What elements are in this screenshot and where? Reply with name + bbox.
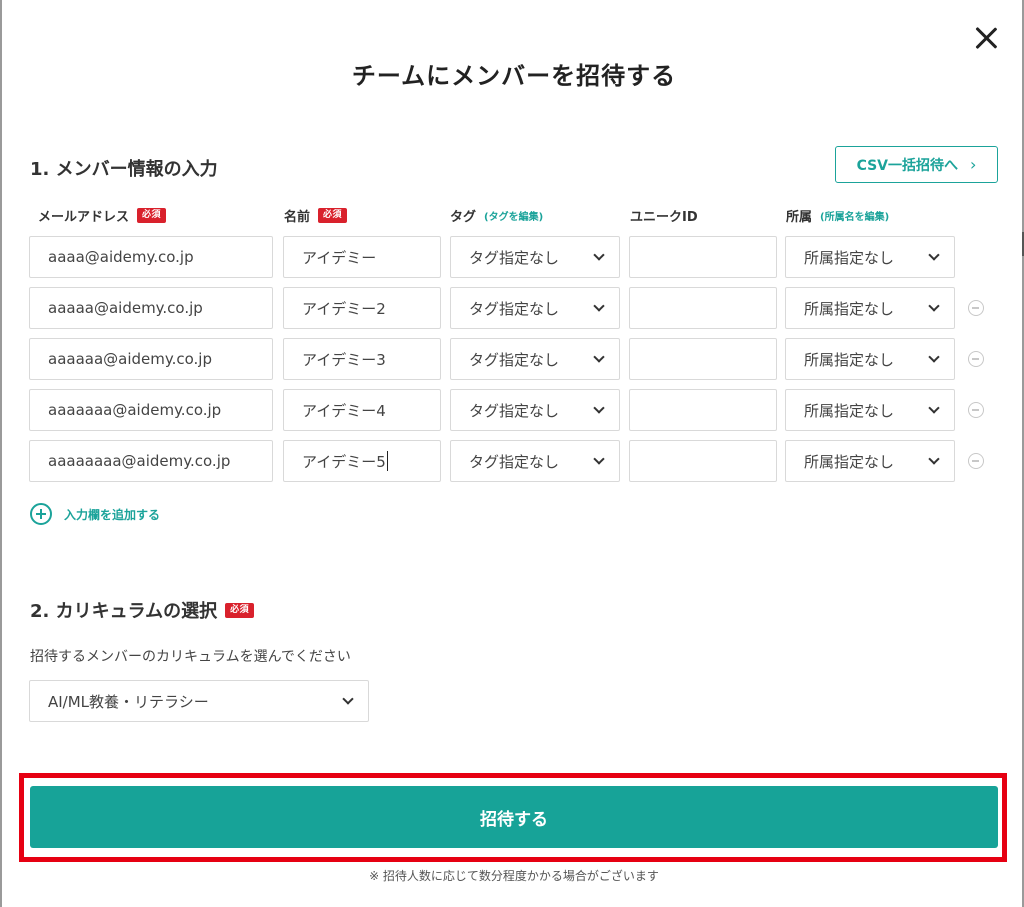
email-value: aaaa@aidemy.co.jp <box>48 248 194 266</box>
section-curriculum-heading: 2. カリキュラムの選択 必須 <box>30 597 255 623</box>
email-field[interactable]: aaaa@aidemy.co.jp <box>29 236 273 278</box>
column-header-tag: タグ (タグを編集) <box>450 206 543 225</box>
name-value: アイデミー5 <box>302 452 386 471</box>
section-member-info-label: 1. メンバー情報の入力 <box>30 159 218 180</box>
required-badge: 必須 <box>225 602 255 618</box>
chevron-down-icon <box>593 248 605 261</box>
tag-select-value: タグ指定なし <box>469 248 560 267</box>
email-field[interactable]: aaaaaa@aidemy.co.jp <box>29 338 273 380</box>
email-field[interactable]: aaaaa@aidemy.co.jp <box>29 287 273 329</box>
column-affiliation-label: 所属 <box>786 210 813 225</box>
tag-select[interactable]: タグ指定なし <box>450 389 620 431</box>
tag-select[interactable]: タグ指定なし <box>450 287 620 329</box>
affiliation-select-value: 所属指定なし <box>804 350 895 369</box>
chevron-down-icon <box>593 299 605 312</box>
curriculum-select[interactable]: AI/ML教養・リテラシー <box>29 680 369 722</box>
column-header-affiliation: 所属 (所属名を編集) <box>786 206 889 225</box>
chevron-right-icon: › <box>970 155 977 174</box>
close-icon[interactable] <box>970 22 1002 54</box>
remove-row-icon[interactable] <box>968 453 984 469</box>
name-field[interactable]: アイデミー2 <box>283 287 441 329</box>
chevron-down-icon <box>928 299 940 312</box>
tag-select[interactable]: タグ指定なし <box>450 338 620 380</box>
name-value: アイデミー3 <box>302 350 386 369</box>
csv-button-label: CSV一括招待へ <box>856 157 959 174</box>
invite-note: ※ 招待人数に応じて数分程度かかる場合がございます <box>369 869 659 883</box>
email-field[interactable]: aaaaaaaa@aidemy.co.jp <box>29 440 273 482</box>
tag-select-value: タグ指定なし <box>469 401 560 420</box>
email-value: aaaaa@aidemy.co.jp <box>48 299 203 317</box>
unique-id-field[interactable] <box>629 389 777 431</box>
remove-row-icon[interactable] <box>968 351 984 367</box>
column-header-email: メールアドレス 必須 <box>38 206 167 225</box>
affiliation-select[interactable]: 所属指定なし <box>785 338 955 380</box>
column-email-label: メールアドレス <box>38 210 130 225</box>
edit-affiliation-link[interactable]: (所属名を編集) <box>820 208 889 223</box>
email-value: aaaaaaaa@aidemy.co.jp <box>48 452 231 470</box>
chevron-down-icon <box>928 452 940 465</box>
email-value: aaaaaa@aidemy.co.jp <box>48 350 212 368</box>
remove-row-icon[interactable] <box>968 300 984 316</box>
curriculum-description: 招待するメンバーのカリキュラムを選んでください <box>30 649 351 665</box>
chevron-down-icon <box>593 350 605 363</box>
affiliation-select-value: 所属指定なし <box>804 248 895 267</box>
edit-tag-link[interactable]: (タグを編集) <box>484 208 543 223</box>
section-curriculum-label: 2. カリキュラムの選択 <box>30 601 218 622</box>
invite-button[interactable]: 招待する <box>30 786 998 848</box>
tag-select[interactable]: タグ指定なし <box>450 236 620 278</box>
add-row-label: 入力欄を追加する <box>64 507 161 522</box>
section-member-info-heading: 1. メンバー情報の入力 <box>30 155 218 181</box>
required-badge: 必須 <box>318 208 348 223</box>
name-value: アイデミー <box>302 248 377 267</box>
name-field[interactable]: アイデミー <box>283 236 441 278</box>
unique-id-field[interactable] <box>629 236 777 278</box>
affiliation-select-value: 所属指定なし <box>804 452 895 471</box>
curriculum-select-value: AI/ML教養・リテラシー <box>48 692 209 711</box>
unique-id-field[interactable] <box>629 287 777 329</box>
name-value: アイデミー4 <box>302 401 386 420</box>
email-value: aaaaaaa@aidemy.co.jp <box>48 401 222 419</box>
chevron-down-icon <box>928 401 940 414</box>
text-cursor <box>386 451 389 471</box>
name-field-focused[interactable]: アイデミー5 <box>283 440 441 482</box>
tag-select-value: タグ指定なし <box>469 299 560 318</box>
email-field[interactable]: aaaaaaa@aidemy.co.jp <box>29 389 273 431</box>
name-field[interactable]: アイデミー3 <box>283 338 441 380</box>
affiliation-select[interactable]: 所属指定なし <box>785 440 955 482</box>
chevron-down-icon <box>928 350 940 363</box>
unique-id-field[interactable] <box>629 338 777 380</box>
tag-select-value: タグ指定なし <box>469 452 560 471</box>
affiliation-select[interactable]: 所属指定なし <box>785 389 955 431</box>
plus-circle-icon <box>30 503 52 525</box>
column-name-label: 名前 <box>284 210 311 225</box>
add-input-row-button[interactable]: 入力欄を追加する <box>30 503 160 525</box>
chevron-down-icon <box>593 452 605 465</box>
column-tag-label: タグ <box>450 210 477 225</box>
csv-bulk-invite-button[interactable]: CSV一括招待へ › <box>835 146 998 183</box>
tag-select-value: タグ指定なし <box>469 350 560 369</box>
invite-button-label: 招待する <box>480 809 548 830</box>
affiliation-select[interactable]: 所属指定なし <box>785 287 955 329</box>
affiliation-select-value: 所属指定なし <box>804 299 895 318</box>
name-field[interactable]: アイデミー4 <box>283 389 441 431</box>
affiliation-select-value: 所属指定なし <box>804 401 895 420</box>
column-header-name: 名前 必須 <box>284 206 348 225</box>
chevron-down-icon <box>928 248 940 261</box>
required-badge: 必須 <box>137 208 167 223</box>
column-header-unique-id: ユニークID <box>630 206 698 225</box>
tag-select[interactable]: タグ指定なし <box>450 440 620 482</box>
column-unique-id-label: ユニークID <box>630 210 698 225</box>
name-value: アイデミー2 <box>302 299 386 318</box>
invite-members-dialog: チームにメンバーを招待する 1. メンバー情報の入力 CSV一括招待へ › メー… <box>2 0 1022 907</box>
chevron-down-icon <box>342 692 354 705</box>
chevron-down-icon <box>593 401 605 414</box>
affiliation-select[interactable]: 所属指定なし <box>785 236 955 278</box>
unique-id-field[interactable] <box>629 440 777 482</box>
dialog-title: チームにメンバーを招待する <box>351 62 677 90</box>
remove-row-icon[interactable] <box>968 402 984 418</box>
